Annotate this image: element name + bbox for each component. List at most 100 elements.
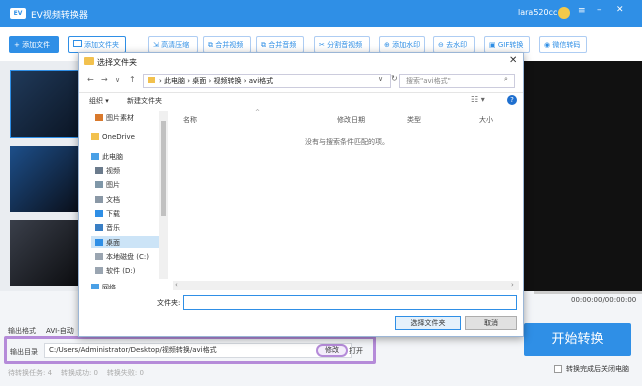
tool-wechat-label: 微信转码 — [552, 41, 581, 49]
horizontal-scrollbar[interactable] — [173, 281, 519, 290]
tree-item-label: 音乐 — [106, 224, 120, 232]
close-icon[interactable]: ✕ — [616, 5, 624, 15]
search-icon: ⌕ — [504, 75, 508, 83]
toolbar-divider — [79, 92, 523, 93]
tree-item-pictures[interactable]: 图片 — [95, 180, 120, 190]
video-folder-icon — [95, 167, 103, 174]
wechat-icon: ◉ — [544, 41, 551, 49]
address-dropdown-icon[interactable]: ∨ — [378, 75, 383, 83]
organize-button[interactable]: 组织 ▾ — [89, 96, 109, 106]
tool-merge-video[interactable]: ⧉ 合并视频 — [203, 36, 251, 53]
add-folder-label: 添加文件夹 — [84, 41, 119, 49]
column-modified[interactable]: 修改日期 — [337, 115, 365, 125]
recent-dropdown-icon[interactable]: ∨ — [115, 76, 120, 84]
tree-item-videos[interactable]: 视频 — [95, 166, 120, 176]
gif-icon: ▣ — [489, 41, 496, 49]
select-folder-dialog: 选择文件夹 ✕ ← → ∨ ↑ › 此电脑 › 桌面 › 视频转换 › avi格… — [78, 52, 524, 337]
dialog-folder-icon — [84, 57, 94, 65]
scroll-left-icon[interactable]: ‹ — [175, 281, 178, 289]
tree-item-label: 本地磁盘 (C:) — [106, 253, 149, 261]
address-bar[interactable]: › 此电脑 › 桌面 › 视频转换 › avi格式 — [143, 74, 391, 88]
cancel-button[interactable]: 取消 — [465, 316, 517, 330]
tree-item-downloads[interactable]: 下载 — [95, 209, 120, 219]
tool-split[interactable]: ✂ 分割音视频 — [314, 36, 370, 53]
output-format-select[interactable]: AVI-自动 — [46, 326, 74, 336]
select-folder-button[interactable]: 选择文件夹 — [395, 316, 461, 330]
tree-item-label: 文档 — [106, 196, 120, 204]
tool-add-watermark[interactable]: ⊕ 添加水印 — [379, 36, 425, 53]
tree-item-this-pc[interactable]: 此电脑 — [91, 152, 123, 162]
drive-c-icon — [95, 253, 103, 260]
file-thumbnail[interactable] — [10, 70, 80, 138]
tree-item-network[interactable]: 网络 — [91, 283, 116, 289]
column-name[interactable]: 名称 — [183, 115, 197, 125]
music-folder-icon — [95, 224, 103, 231]
back-icon[interactable]: ← — [87, 75, 94, 84]
output-dir-field[interactable]: C:/Users/Administrator/Desktop/视频转换/avi格… — [44, 343, 352, 358]
tool-compress-label: 高清压缩 — [161, 41, 190, 49]
tree-item-pictures-material[interactable]: 图片素材 — [95, 113, 134, 123]
computer-icon — [91, 153, 99, 160]
add-file-button[interactable]: + 添加文件 — [9, 36, 59, 53]
split-icon: ✂ — [319, 41, 325, 49]
modify-button[interactable]: 修改 — [316, 344, 348, 357]
desktop-folder-icon — [95, 239, 103, 246]
new-folder-button[interactable]: 新建文件夹 — [127, 96, 162, 106]
minimize-icon[interactable]: – — [597, 5, 602, 15]
column-type[interactable]: 类型 — [407, 115, 421, 125]
tool-gif[interactable]: ▣ GIF转换 — [484, 36, 530, 53]
refresh-icon[interactable]: ↻ — [391, 74, 398, 83]
tree-item-drive-c[interactable]: 本地磁盘 (C:) — [95, 252, 149, 262]
remove-watermark-icon: ⊖ — [438, 41, 444, 49]
start-convert-button[interactable]: 开始转换 — [524, 323, 631, 356]
file-thumbnail[interactable] — [10, 220, 78, 286]
time-display: 00:00:00/00:00:00 — [571, 296, 637, 304]
tool-merge-video-label: 合并视频 — [215, 41, 244, 49]
help-icon[interactable]: ? — [507, 95, 517, 105]
folder-input[interactable] — [183, 295, 517, 310]
tool-merge-audio[interactable]: ⧉ 合并音频 — [256, 36, 304, 53]
open-button[interactable]: 打开 — [349, 346, 363, 356]
file-thumbnail[interactable] — [10, 146, 78, 212]
tree-item-desktop[interactable]: 桌面 — [95, 238, 120, 248]
shutdown-label: 转换完成后关闭电脑 — [566, 365, 629, 373]
vip-icon[interactable] — [558, 7, 570, 19]
tree-item-onedrive[interactable]: OneDrive — [91, 133, 135, 141]
seek-bar[interactable] — [534, 291, 642, 294]
app-title: EV视频转换器 — [31, 11, 88, 21]
dialog-close-icon[interactable]: ✕ — [509, 55, 517, 66]
network-icon — [91, 284, 99, 289]
shutdown-checkbox[interactable] — [554, 365, 562, 373]
up-icon[interactable]: ↑ — [129, 75, 136, 84]
documents-folder-icon — [95, 196, 103, 203]
view-options-icon[interactable]: ☷ ▾ — [471, 95, 485, 104]
downloads-folder-icon — [95, 210, 103, 217]
pictures-folder-icon — [95, 181, 103, 188]
tree-item-music[interactable]: 音乐 — [95, 223, 120, 233]
merge-video-icon: ⧉ — [208, 41, 213, 49]
scroll-right-icon[interactable]: › — [511, 281, 514, 289]
output-format-label: 输出格式 — [8, 327, 36, 335]
forward-icon[interactable]: → — [101, 75, 108, 84]
tool-wechat[interactable]: ◉ 微信转码 — [539, 36, 587, 53]
tree-item-documents[interactable]: 文档 — [95, 195, 120, 205]
tool-remove-watermark-label: 去水印 — [446, 41, 468, 49]
folder-icon — [73, 40, 82, 47]
tree-item-drive-d[interactable]: 软件 (D:) — [95, 266, 135, 276]
column-size[interactable]: 大小 — [479, 115, 493, 125]
app-logo-icon: EV — [10, 8, 26, 19]
tool-compress[interactable]: ⇲ 高清压缩 — [148, 36, 198, 53]
username[interactable]: lara520cc — [518, 8, 557, 17]
tool-add-watermark-label: 添加水印 — [392, 41, 421, 49]
menu-icon[interactable]: ≡ — [578, 6, 586, 16]
tree-item-label: 图片素材 — [106, 114, 134, 122]
search-input[interactable]: 搜索"avi格式" — [399, 74, 515, 88]
empty-message: 没有与搜索条件匹配的项。 — [305, 138, 389, 146]
folder-icon — [95, 114, 103, 121]
tree-scroll-thumb[interactable] — [161, 121, 166, 216]
tool-remove-watermark[interactable]: ⊖ 去水印 — [433, 36, 475, 53]
tool-gif-label: GIF转换 — [497, 41, 524, 49]
add-folder-button[interactable]: 添加文件夹 — [68, 36, 126, 53]
merge-audio-icon: ⧉ — [261, 41, 266, 49]
tree-item-label: 软件 (D:) — [106, 267, 136, 275]
